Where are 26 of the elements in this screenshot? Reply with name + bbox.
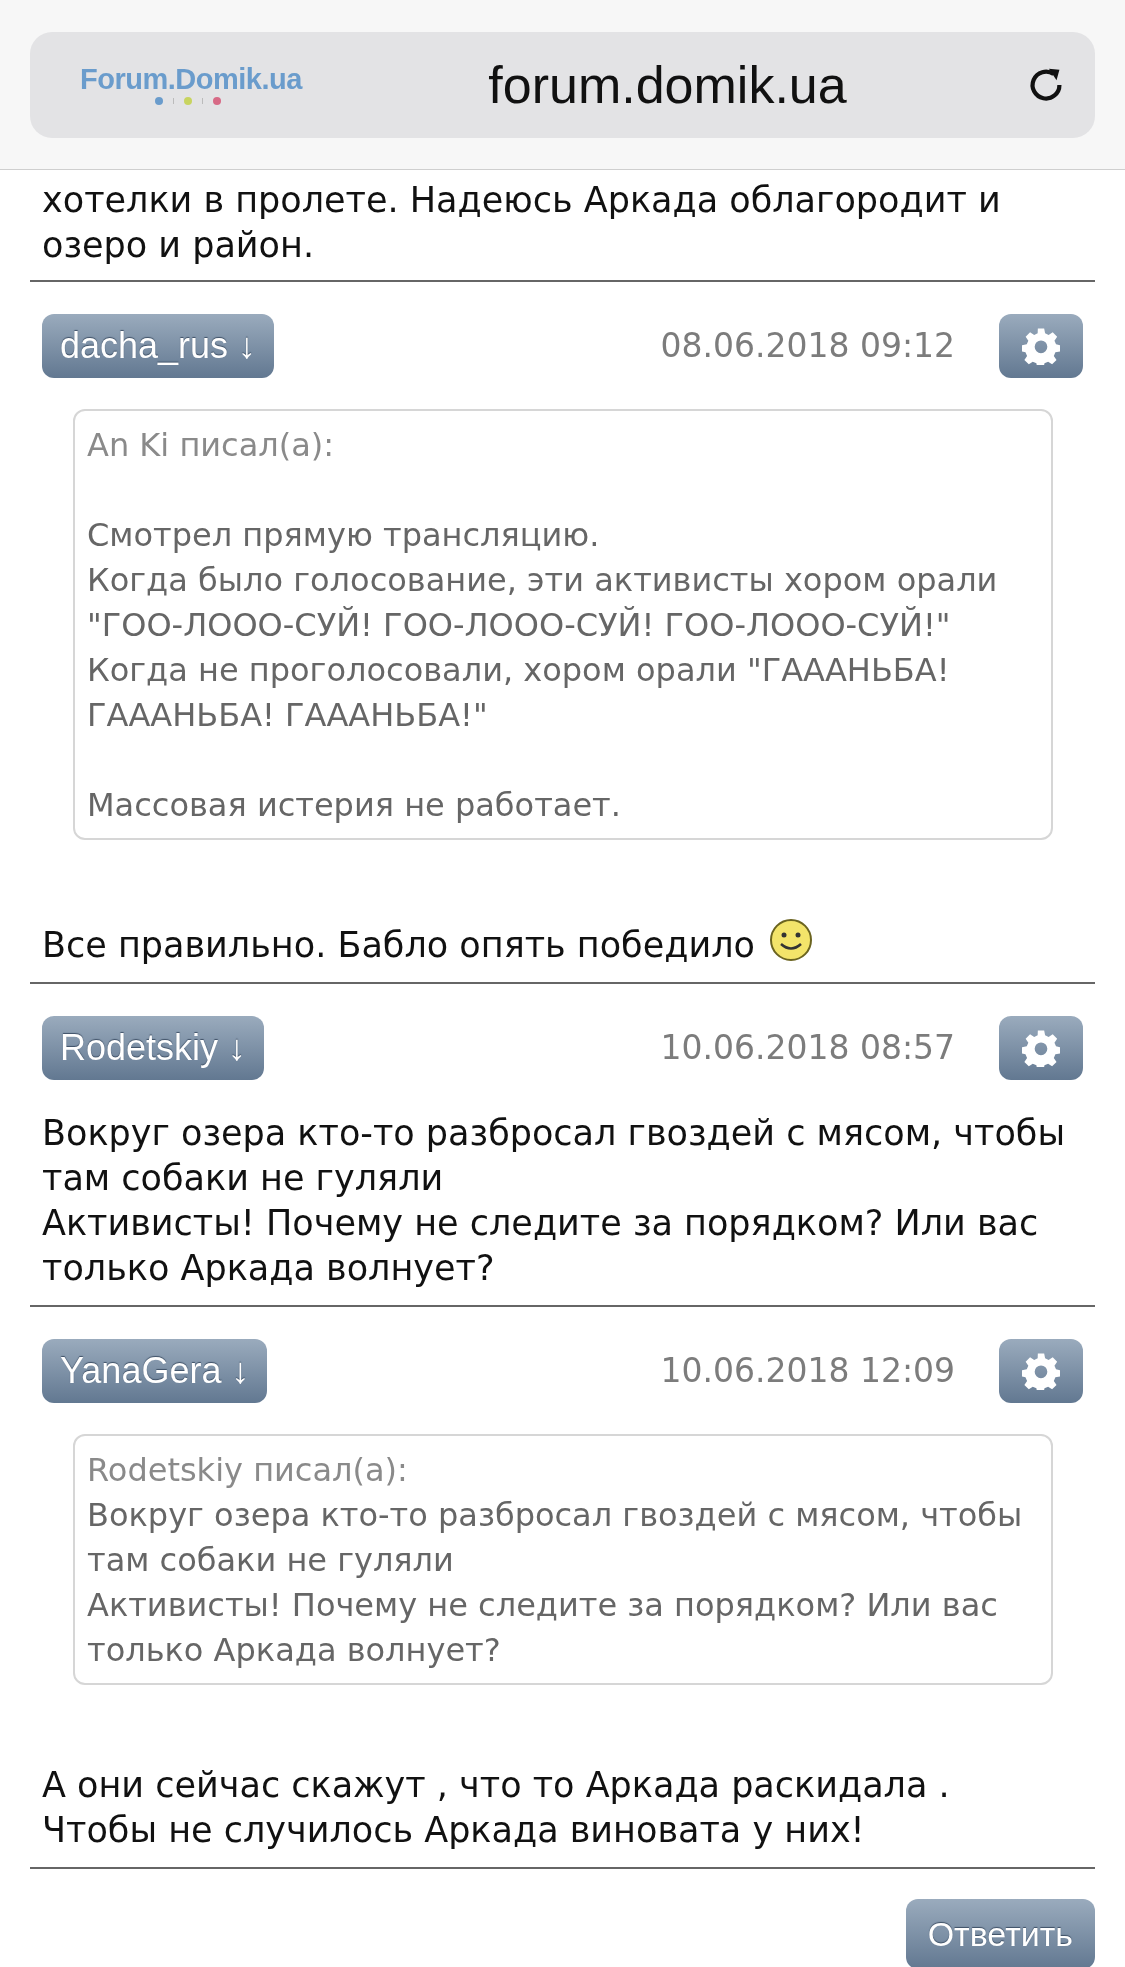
quote-text: Вокруг озера кто-то разбросал гвоздей с мясом, чтобы там собаки не гуляли Активисты! Почему не следите за порядком? Или вас только Аркада волнует? — [87, 1495, 1024, 1671]
author-button[interactable]: YanaGera ↓ — [42, 1338, 268, 1403]
post-date: 10.06.2018 08:57 — [660, 1028, 955, 1067]
author-button[interactable]: Rodetskiy ↓ — [42, 1015, 265, 1080]
settings-button[interactable] — [999, 313, 1083, 378]
settings-button[interactable] — [999, 1338, 1083, 1403]
quote-text: Смотрел прямую трансляцию. Когда было голосование, эти активисты хором орали "ГОО-ЛООО-СУЙ! ГОО-ЛООО-СУЙ! ГОО-ЛООО-СУЙ!" Когда не проголосовали, хором орали "ГАААНЬБА! ГАААНЬБА! ГАААНЬБА!" — [87, 515, 999, 736]
post-text: хотелки в пролете. Надеюсь Аркада облагородит и озеро и район. — [41, 179, 1002, 267]
site-logo: Forum.Domik.ua — [80, 63, 302, 96]
quote-author: Rodetskiy писал(а): — [87, 1450, 409, 1491]
reply-button[interactable]: Ответить — [905, 1899, 1095, 1967]
post-text: А они сейчас скажут , что то Аркада раскидала . Чтобы не случилось Аркада виновата у них! — [42, 1764, 950, 1852]
post-date: 08.06.2018 09:12 — [660, 326, 955, 365]
author-button[interactable]: dacha_rus ↓ — [42, 313, 275, 378]
gear-icon — [1022, 1351, 1060, 1390]
quote-author: An Ki писал(а): — [87, 425, 336, 466]
quote-text: Массовая истерия не работает. — [87, 785, 622, 826]
post-text: Все правильно. Бабло опять победило — [42, 924, 755, 967]
settings-button[interactable] — [999, 1015, 1083, 1080]
smiley-icon — [769, 918, 813, 962]
address-bar[interactable]: Forum.Domik.ua forum.domik.ua — [30, 31, 1095, 138]
post-date: 10.06.2018 12:09 — [660, 1351, 955, 1390]
url-text: forum.domik.ua — [487, 54, 848, 115]
post-text: Вокруг озера кто-то разбросал гвоздей с мясом, чтобы там собаки не гуляли Активисты! Почему не следите за порядком? Или вас только Аркада волнует? — [42, 1112, 1065, 1290]
gear-icon — [1022, 326, 1060, 365]
gear-icon — [1022, 1028, 1060, 1067]
